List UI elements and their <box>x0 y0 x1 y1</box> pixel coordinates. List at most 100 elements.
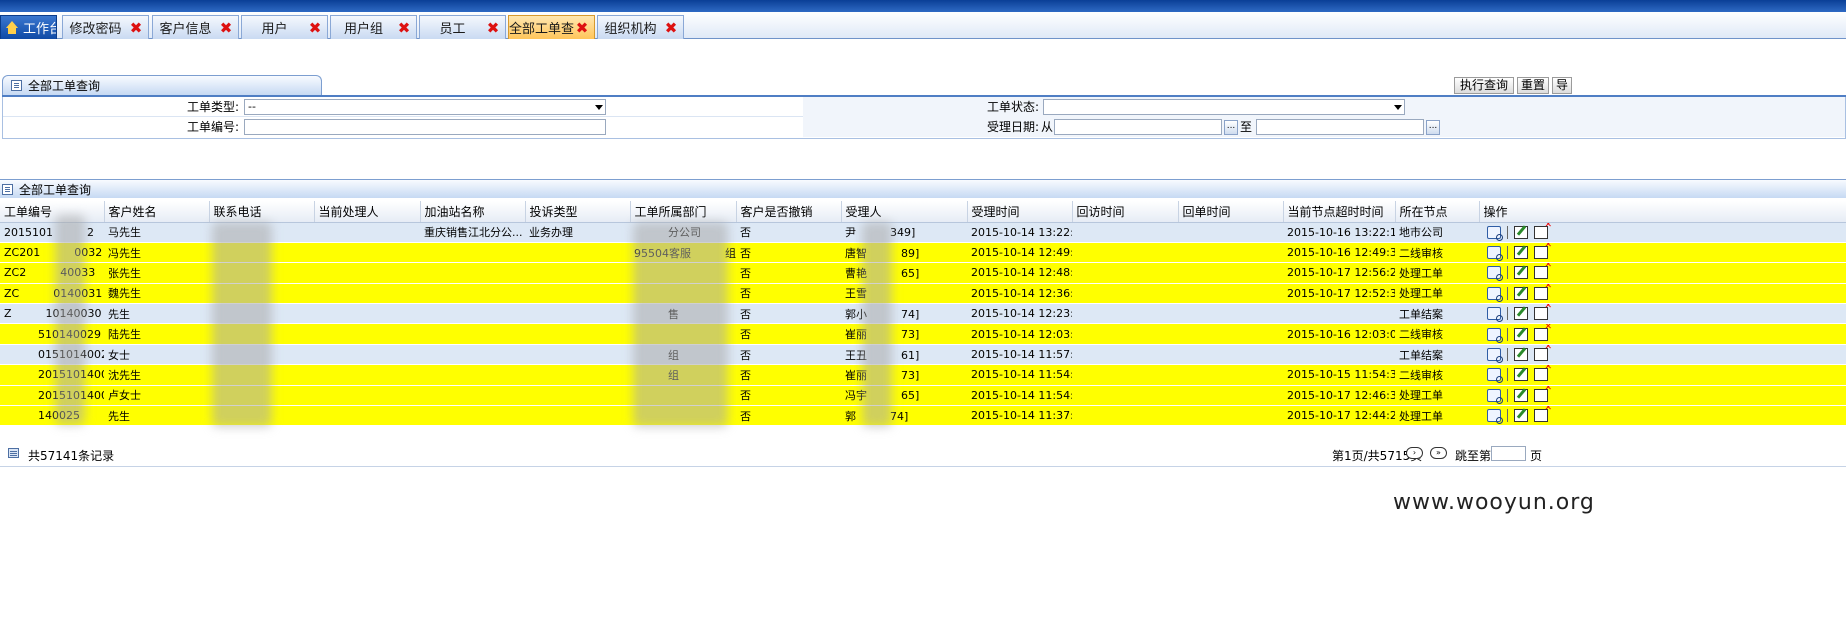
edit-icon[interactable] <box>1514 327 1528 341</box>
cell-type <box>525 283 630 305</box>
view-icon[interactable] <box>1487 225 1503 241</box>
column-header[interactable]: 操作 <box>1479 201 1846 223</box>
cell-handler <box>314 405 420 427</box>
edit-icon[interactable] <box>1514 225 1528 239</box>
cell-type <box>525 344 630 366</box>
tab-1[interactable]: 修改密码 ✖ <box>62 15 149 39</box>
cell-text: 女士 <box>108 348 130 362</box>
column-header[interactable]: 回访时间 <box>1072 201 1179 223</box>
view-icon[interactable] <box>1487 348 1503 364</box>
close-icon[interactable]: ✖ <box>128 20 144 36</box>
column-header[interactable]: 所在节点 <box>1395 201 1480 223</box>
delete-icon[interactable] <box>1534 406 1552 423</box>
edit-icon[interactable] <box>1514 307 1528 321</box>
cell-visit <box>1072 222 1178 243</box>
jump-page-input[interactable] <box>1491 446 1526 461</box>
date-from-input[interactable] <box>1054 119 1222 135</box>
edit-icon[interactable] <box>1514 266 1528 280</box>
export-button[interactable]: 导 <box>1552 77 1572 94</box>
edit-icon[interactable] <box>1514 348 1528 362</box>
delete-icon[interactable] <box>1534 365 1552 382</box>
column-header[interactable]: 投诉类型 <box>525 201 631 223</box>
tab-6[interactable]: 全部工单查...✖ <box>508 15 595 39</box>
delete-icon[interactable] <box>1534 263 1552 280</box>
redaction-blur <box>55 215 85 425</box>
column-header[interactable]: 工单编号 <box>0 201 105 223</box>
close-icon[interactable]: ✖ <box>218 20 234 36</box>
edit-icon[interactable] <box>1514 246 1528 260</box>
close-icon[interactable]: ✖ <box>574 20 590 36</box>
last-page-button[interactable]: » <box>1430 447 1447 459</box>
cell-station <box>420 262 525 284</box>
view-icon[interactable] <box>1487 327 1503 343</box>
row-actions <box>1483 365 1846 384</box>
cell-text: 二线审核 <box>1399 328 1443 342</box>
table-row[interactable]: ZC0140031 魏先生 否 王雪 2015-10-14 12:36:32 2015-1… <box>0 283 1846 305</box>
next-page-button[interactable]: › <box>1406 447 1423 459</box>
column-header[interactable]: 联系电话 <box>209 201 315 223</box>
cell-node: 二线审核 <box>1395 364 1479 386</box>
view-icon[interactable] <box>1487 266 1503 282</box>
jump-suffix: 页 <box>1530 449 1543 463</box>
delete-icon[interactable] <box>1534 304 1552 321</box>
view-icon[interactable] <box>1487 246 1503 262</box>
date-to-input[interactable] <box>1256 119 1424 135</box>
delete-icon[interactable] <box>1534 344 1552 362</box>
table-row[interactable]: ZC2010032冯先生95504客服组否唐智89]2015-10-14 12:… <box>0 242 1846 264</box>
tab-5[interactable]: 员工 ✖ <box>419 15 506 39</box>
cell-type <box>525 385 630 407</box>
tab-4[interactable]: 用户组 ✖ <box>330 15 417 39</box>
delete-icon[interactable] <box>1534 324 1552 341</box>
column-header[interactable]: 工单所属部门 <box>630 201 737 223</box>
execute-query-button[interactable]: 执行查询 <box>1454 77 1514 94</box>
view-icon[interactable] <box>1487 368 1503 384</box>
tab-0[interactable]: 工作台 <box>0 15 57 39</box>
delete-icon[interactable] <box>1534 242 1552 260</box>
edit-icon[interactable] <box>1514 409 1528 423</box>
cell-text: 否 <box>740 348 751 362</box>
cell-timeout: 2015-10-16 13:22:16 <box>1283 222 1395 243</box>
column-header[interactable]: 加油站名称 <box>420 201 526 223</box>
ticket-type-select[interactable]: -- <box>244 99 606 115</box>
table-row[interactable]: 140025 先生 否 郭 74] 2015-10-14 11:37:10 2015-10-… <box>0 405 1846 427</box>
table-row[interactable]: 201510140027沈先生组否崔丽73]2015-10-14 11:54:3… <box>0 364 1846 386</box>
tab-3[interactable]: 用户 ✖ <box>241 15 328 39</box>
total-records: 共57141条记录 <box>28 449 115 463</box>
close-icon[interactable]: ✖ <box>396 20 412 36</box>
close-icon[interactable]: ✖ <box>485 20 501 36</box>
ticket-number-input[interactable] <box>244 119 606 135</box>
date-to-picker-button[interactable]: ... <box>1426 120 1440 135</box>
delete-icon[interactable] <box>1534 222 1552 239</box>
edit-icon[interactable] <box>1514 286 1528 300</box>
table-row[interactable]: Z10140030先生售否郭小74]2015-10-14 12:23:27工单结… <box>0 303 1846 325</box>
view-icon[interactable] <box>1487 286 1503 302</box>
column-header[interactable]: 客户是否撤销 <box>736 201 842 223</box>
cell-time: 2015-10-14 11:54:35 <box>967 364 1072 386</box>
close-icon[interactable]: ✖ <box>307 20 323 36</box>
tab-2[interactable]: 客户信息 ✖ <box>152 15 239 39</box>
delete-icon[interactable] <box>1534 385 1552 402</box>
table-row[interactable]: 201510140026 卢女士 否 冯宇65] 2015-10-14 11:54:24… <box>0 385 1846 407</box>
ticket-status-select[interactable] <box>1043 99 1405 115</box>
view-icon[interactable] <box>1487 409 1503 425</box>
date-from-picker-button[interactable]: ... <box>1224 120 1238 135</box>
column-header[interactable]: 当前处理人 <box>314 201 421 223</box>
edit-icon[interactable] <box>1514 368 1528 382</box>
close-icon[interactable]: ✖ <box>663 20 679 36</box>
view-icon[interactable] <box>1487 307 1503 323</box>
table-row[interactable]: 510140029 陆先生 否 崔丽73] 2015-10-14 12:03:03 201… <box>0 323 1846 345</box>
view-icon[interactable] <box>1487 388 1503 404</box>
delete-icon[interactable] <box>1534 283 1552 300</box>
edit-icon[interactable] <box>1514 388 1528 402</box>
column-header[interactable]: 当前节点超时时间 <box>1283 201 1396 223</box>
table-row[interactable]: 20151012马先生重庆销售江北分公...业务办理分公司否尹349]2015-… <box>0 222 1846 243</box>
column-header[interactable]: 受理时间 <box>967 201 1073 223</box>
column-header[interactable]: 客户姓名 <box>104 201 210 223</box>
column-header[interactable]: 受理人 <box>841 201 968 223</box>
reset-button[interactable]: 重置 <box>1517 77 1549 94</box>
table-row[interactable]: ZC240033 张先生 否 曹艳65] 2015-10-14 12:48:38 2015… <box>0 262 1846 284</box>
cell-acceptor: 郭小 74] <box>841 303 967 325</box>
table-row[interactable]: 01510140028女士组否王丑61]2015-10-14 11:57:52工… <box>0 344 1846 366</box>
tab-7[interactable]: 组织机构 ✖ <box>597 15 684 39</box>
column-header[interactable]: 回单时间 <box>1178 201 1284 223</box>
